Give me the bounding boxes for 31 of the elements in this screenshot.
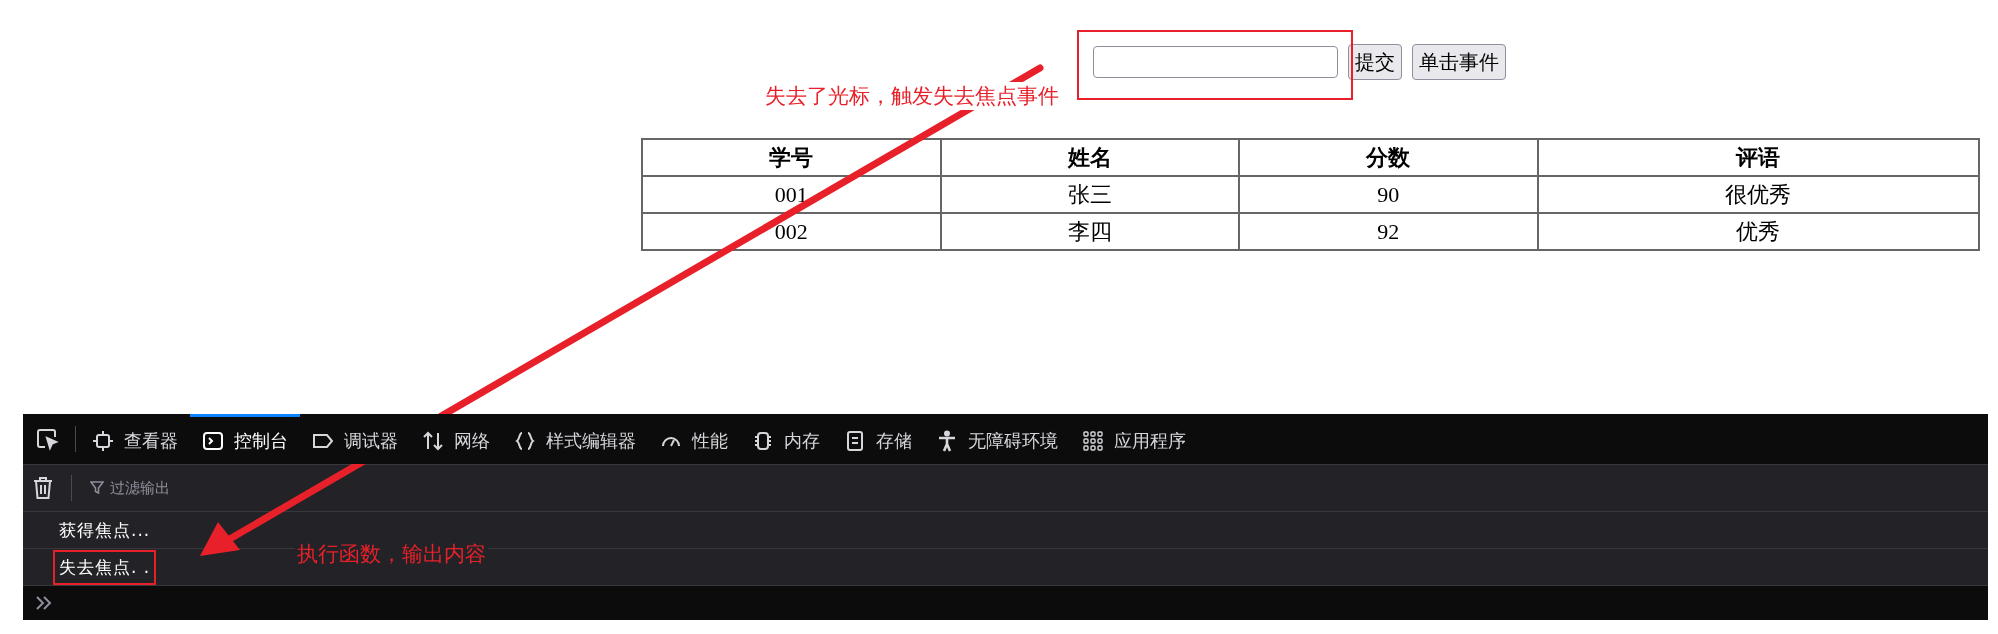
table-cell: 92 [1239, 213, 1538, 250]
table-cell: 张三 [940, 176, 1240, 213]
click-event-button[interactable]: 单击事件 [1412, 44, 1506, 80]
filter-field[interactable]: 过滤输出 [90, 478, 170, 498]
column-header: 学号 [642, 139, 941, 176]
annotation-text: 失去了光标，触发失去焦点事件 [763, 82, 1061, 110]
memory-chip-icon [752, 429, 774, 452]
element-picker-icon[interactable] [35, 427, 59, 451]
braces-icon [514, 429, 536, 452]
grid-icon [1082, 429, 1104, 452]
storage-icon [844, 429, 866, 452]
submit-button[interactable]: 提交 [1348, 44, 1402, 80]
chip-icon [92, 429, 114, 452]
text-input-field[interactable] [1093, 46, 1338, 78]
table-cell: 李四 [940, 213, 1240, 250]
console-message: 获得焦点... [58, 518, 152, 542]
table-cell: 很优秀 [1537, 176, 1979, 213]
column-header: 评语 [1537, 139, 1979, 176]
column-header: 分数 [1239, 139, 1538, 176]
table-cell: 90 [1239, 176, 1538, 213]
console-icon [202, 429, 224, 452]
table-cell: 优秀 [1537, 213, 1979, 250]
console-message: 失去焦点. . [53, 549, 157, 585]
accessibility-figure-icon [936, 429, 958, 452]
trash-icon[interactable] [33, 476, 53, 500]
filter-icon [90, 481, 104, 495]
column-header: 姓名 [940, 139, 1240, 176]
table-cell: 002 [642, 213, 941, 250]
up-down-arrows-icon [422, 429, 444, 452]
prompt-chevron-icon [35, 596, 53, 610]
table-cell: 001 [642, 176, 941, 213]
